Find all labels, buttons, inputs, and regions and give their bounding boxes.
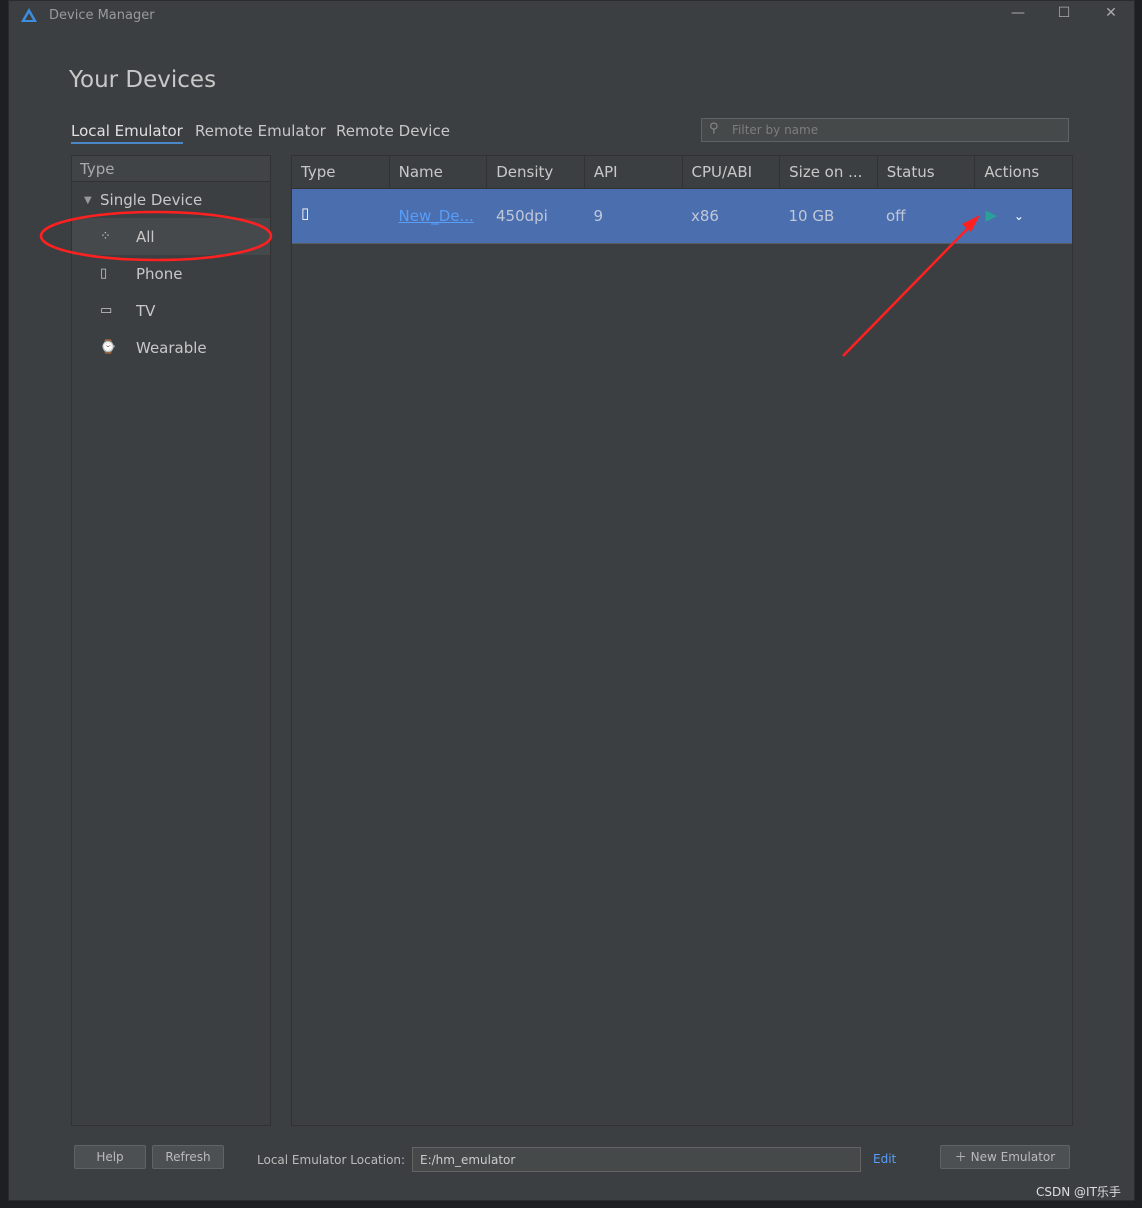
table-row[interactable]: ▯ New_De... 450dpi 9 x86 10 GB off ▶ ⌄ xyxy=(292,189,1072,244)
phone-icon: ▯ xyxy=(100,266,108,281)
title-bar: Device Manager — ☐ ✕ xyxy=(9,1,1134,31)
new-emulator-button[interactable]: ＋ New Emulator xyxy=(940,1145,1070,1169)
device-table: Type Name Density API CPU/ABI Size on ..… xyxy=(291,155,1073,1126)
page-title: Your Devices xyxy=(69,67,217,93)
location-input[interactable]: E:/hm_emulator xyxy=(412,1147,861,1172)
close-button[interactable]: ✕ xyxy=(1096,5,1126,21)
tab-local-emulator[interactable]: Local Emulator xyxy=(71,122,183,144)
col-name[interactable]: Name xyxy=(390,156,488,188)
watermark: CSDN @IT乐手 xyxy=(1036,1185,1121,1199)
search-icon: ⚲ xyxy=(709,121,719,136)
item-label: All xyxy=(136,227,155,246)
sidebar-group-single-device[interactable]: ▼ Single Device xyxy=(72,182,270,218)
location-label: Local Emulator Location: xyxy=(257,1153,406,1167)
col-cpu[interactable]: CPU/ABI xyxy=(683,156,781,188)
table-header: Type Name Density API CPU/ABI Size on ..… xyxy=(292,156,1072,189)
col-api[interactable]: API xyxy=(585,156,683,188)
tab-remote-emulator[interactable]: Remote Emulator xyxy=(195,122,326,142)
triangle-down-icon: ▼ xyxy=(84,194,92,206)
refresh-button[interactable]: Refresh xyxy=(152,1145,224,1169)
tab-remote-device[interactable]: Remote Device xyxy=(336,122,450,142)
minimize-button[interactable]: — xyxy=(1003,5,1033,21)
col-density[interactable]: Density xyxy=(487,156,585,188)
cell-size: 10 GB xyxy=(788,207,835,225)
item-label: TV xyxy=(136,301,156,320)
window-title: Device Manager xyxy=(49,8,155,23)
new-emulator-label: New Emulator xyxy=(970,1150,1056,1164)
cell-density: 450dpi xyxy=(496,207,548,225)
maximize-button[interactable]: ☐ xyxy=(1049,5,1079,21)
plus-icon: ＋ xyxy=(954,1150,967,1164)
filter-placeholder: Filter by name xyxy=(732,123,819,137)
col-type[interactable]: Type xyxy=(292,156,390,188)
watch-icon: ⌚ xyxy=(100,340,117,355)
group-label: Single Device xyxy=(100,191,203,209)
col-size[interactable]: Size on ... xyxy=(780,156,878,188)
cell-status: off xyxy=(886,207,906,225)
item-label: Wearable xyxy=(136,338,207,357)
sidebar-item-phone[interactable]: ▯ Phone xyxy=(72,255,270,292)
device-manager-window: Device Manager — ☐ ✕ Your Devices Local … xyxy=(8,0,1135,1201)
grid-icon: ⁘ xyxy=(100,229,111,244)
item-label: Phone xyxy=(136,264,183,283)
tv-icon: ▭ xyxy=(100,303,113,318)
sidebar-item-all[interactable]: ⁘ All xyxy=(72,218,270,255)
phone-icon: ▯ xyxy=(301,204,310,222)
cell-cpu: x86 xyxy=(691,207,719,225)
col-actions[interactable]: Actions xyxy=(975,156,1072,188)
col-status[interactable]: Status xyxy=(878,156,976,188)
sidebar-item-tv[interactable]: ▭ TV xyxy=(72,292,270,329)
edit-link[interactable]: Edit xyxy=(873,1152,896,1166)
cell-api: 9 xyxy=(593,207,604,225)
device-name-link[interactable]: New_De... xyxy=(399,207,474,225)
run-play-icon[interactable]: ▶ xyxy=(986,206,998,224)
app-logo-icon xyxy=(21,8,37,22)
filter-input[interactable]: ⚲ Filter by name xyxy=(701,118,1069,142)
cell-actions: ▶ ⌄ xyxy=(975,189,1073,243)
chevron-down-icon[interactable]: ⌄ xyxy=(1014,209,1024,223)
sidebar-header: Type xyxy=(72,156,270,182)
type-sidebar: Type ▼ Single Device ⁘ All ▯ Phone ▭ TV ⌚ We… xyxy=(71,155,271,1126)
help-button[interactable]: Help xyxy=(74,1145,146,1169)
sidebar-item-wearable[interactable]: ⌚ Wearable xyxy=(72,329,270,366)
